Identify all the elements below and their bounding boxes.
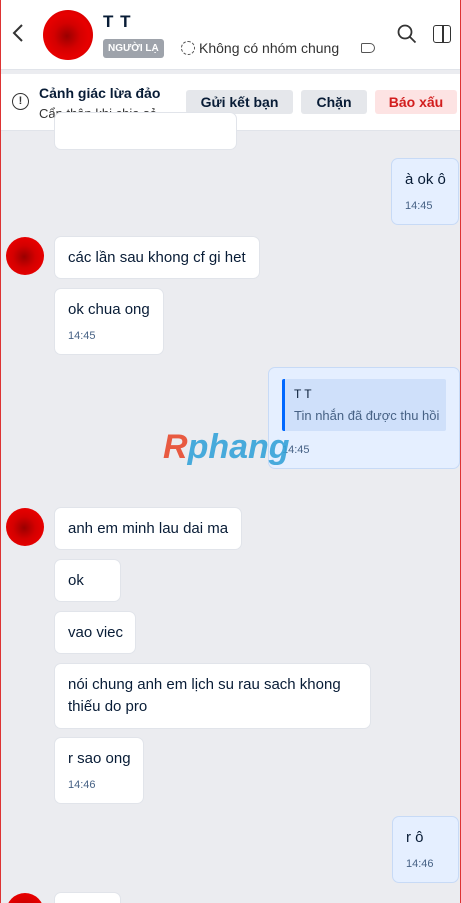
message-bubble[interactable]: nói chung anh em lịch su rau sach khong …	[54, 663, 371, 729]
common-groups-info[interactable]: Không có nhóm chung	[181, 40, 339, 56]
warning-title: Cảnh giác lừa đảo	[39, 85, 161, 101]
quoted-text: Tin nhắn đã được thu hồi	[294, 408, 440, 423]
stranger-badge: NGƯỜI LẠ	[103, 39, 164, 58]
message-text: các lần sau khong cf gi het	[68, 249, 246, 266]
sender-avatar[interactable]	[6, 893, 44, 903]
message-time: 14:45	[405, 200, 433, 212]
conversation-info-panel-icon[interactable]	[433, 25, 451, 43]
message-bubble[interactable]: các lần sau khong cf gi het	[54, 236, 260, 279]
contact-avatar[interactable]	[43, 10, 93, 60]
search-icon[interactable]	[397, 24, 417, 44]
message-text: r ô	[406, 829, 424, 846]
message-bubble[interactable]: r sao ong 14:46	[54, 737, 144, 804]
chat-header: T T NGƯỜI LẠ Không có nhóm chung	[1, 0, 460, 70]
message-bubble[interactable]: ok chua ong 14:45	[54, 288, 164, 355]
message-bubble[interactable]	[54, 892, 121, 903]
quoted-message[interactable]: T T Tin nhắn đã được thu hồi	[282, 379, 446, 431]
message-bubble[interactable]: ok	[54, 559, 121, 602]
add-friend-button[interactable]: Gửi kết bạn	[186, 90, 293, 114]
block-button[interactable]: Chặn	[301, 90, 367, 114]
message-text: nói chung anh em lịch su rau sach khong …	[68, 676, 341, 715]
message-bubble-me[interactable]: T T Tin nhắn đã được thu hồi 14:45	[268, 367, 460, 469]
back-arrow-icon[interactable]	[11, 22, 27, 46]
message-time: 14:46	[406, 858, 434, 870]
sender-avatar[interactable]	[6, 508, 44, 546]
common-groups-label: Không có nhóm chung	[199, 40, 340, 56]
watermark-logo: Rphang	[163, 428, 290, 466]
message-time: 14:46	[68, 779, 96, 791]
group-icon	[181, 41, 195, 55]
contact-name[interactable]: T T	[103, 12, 132, 32]
sender-avatar[interactable]	[6, 237, 44, 275]
message-text: vao viec	[68, 624, 124, 641]
message-bubble-me[interactable]: à ok ô 14:45	[391, 158, 459, 225]
alert-icon: !	[12, 93, 29, 110]
message-bubble-me[interactable]: r ô 14:46	[392, 816, 459, 883]
message-bubble[interactable]	[54, 112, 237, 150]
message-text: r sao ong	[68, 750, 131, 767]
message-bubble[interactable]: anh em minh lau dai ma	[54, 507, 243, 550]
message-time: 14:45	[282, 444, 310, 456]
report-button[interactable]: Báo xấu	[375, 90, 457, 114]
message-text: ok	[68, 572, 84, 589]
quoted-sender: T T	[294, 387, 312, 401]
message-time: 14:45	[68, 330, 96, 342]
message-bubble[interactable]: vao viec	[54, 611, 136, 654]
message-text: à ok ô	[405, 171, 446, 188]
message-text: ok chua ong	[68, 301, 150, 318]
message-text: anh em minh lau dai ma	[68, 520, 229, 537]
tag-icon[interactable]	[361, 43, 375, 53]
